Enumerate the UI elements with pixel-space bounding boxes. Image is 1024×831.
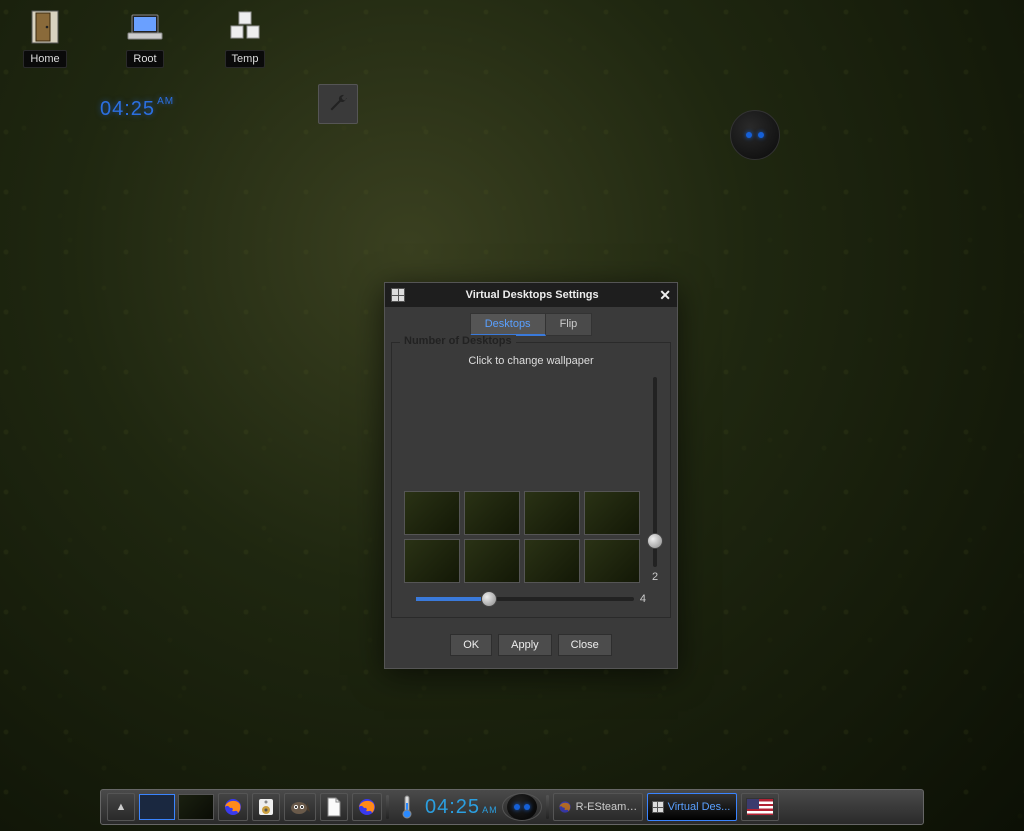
- settings-gadget[interactable]: [318, 84, 358, 124]
- task-button-resteam[interactable]: R-ESteam…: [553, 793, 643, 821]
- firefox-launcher-2[interactable]: [352, 793, 382, 821]
- desktop-cell[interactable]: [584, 539, 640, 583]
- document-launcher[interactable]: [320, 793, 348, 821]
- desktop-cell[interactable]: [524, 491, 580, 535]
- taskbar: ▲ 04:25AM: [100, 789, 924, 825]
- rows-slider[interactable]: [653, 377, 657, 567]
- show-desktop-button[interactable]: ▲: [107, 793, 135, 821]
- desktop-cell[interactable]: [524, 539, 580, 583]
- number-of-desktops-group: Number of Desktops Click to change wallp…: [391, 342, 671, 618]
- eyes-gadget[interactable]: [730, 110, 780, 160]
- firefox-launcher[interactable]: [218, 793, 248, 821]
- gimp-icon: [289, 798, 311, 816]
- task-label: R-ESteam…: [576, 801, 638, 813]
- slider-thumb[interactable]: [481, 591, 497, 607]
- columns-value: 4: [640, 593, 646, 605]
- app-icon: [652, 801, 664, 813]
- desktop-icon-label: Temp: [225, 50, 266, 68]
- tab-desktops[interactable]: Desktops: [470, 313, 546, 336]
- tab-bar: Desktops Flip: [385, 307, 677, 336]
- rows-value: 2: [652, 571, 658, 583]
- desktop-cell[interactable]: [404, 491, 460, 535]
- desktop-grid: [404, 491, 640, 583]
- titlebar[interactable]: Virtual Desktops Settings ✕: [385, 283, 677, 307]
- eye-icon: [514, 804, 520, 810]
- taskbar-separator: [386, 795, 389, 819]
- task-label: Virtual Des...: [668, 801, 731, 813]
- slider-thumb[interactable]: [647, 533, 663, 549]
- clock-time: 04:25: [425, 796, 480, 819]
- desktop-icon-label: Root: [126, 50, 163, 68]
- virtual-desktops-window: Virtual Desktops Settings ✕ Desktops Fli…: [384, 282, 678, 669]
- apply-button[interactable]: Apply: [498, 634, 552, 656]
- columns-slider[interactable]: [416, 597, 634, 601]
- task-button-virtual-desktops[interactable]: Virtual Des...: [647, 793, 737, 821]
- window-title: Virtual Desktops Settings: [405, 289, 659, 301]
- document-icon: [326, 797, 342, 817]
- group-label: Number of Desktops: [400, 335, 516, 347]
- chevron-up-icon: ▲: [116, 801, 127, 813]
- taskbar-separator: [546, 795, 549, 819]
- wallpaper-hint: Click to change wallpaper: [400, 355, 662, 367]
- clock-time: 04:25: [100, 98, 155, 120]
- desktop-icon-root[interactable]: Root: [110, 8, 180, 68]
- wrench-icon: [326, 92, 350, 116]
- taskbar-clock[interactable]: 04:25AM: [425, 796, 498, 819]
- app-icon: [391, 288, 405, 302]
- eye-icon: [524, 804, 530, 810]
- thermometer-icon: [402, 795, 412, 819]
- speaker-icon: [257, 797, 275, 817]
- boxes-icon: [224, 8, 266, 46]
- desktop-cell[interactable]: [404, 539, 460, 583]
- tab-flip[interactable]: Flip: [546, 313, 593, 336]
- clock-ampm: AM: [157, 96, 174, 107]
- firefox-icon: [223, 797, 243, 817]
- desktop-cell[interactable]: [464, 539, 520, 583]
- eye-icon: [758, 132, 764, 138]
- keyboard-layout[interactable]: [741, 793, 779, 821]
- eye-icon: [746, 132, 752, 138]
- music-launcher[interactable]: [252, 793, 280, 821]
- clock-ampm: AM: [482, 805, 498, 815]
- firefox-icon: [357, 797, 377, 817]
- pager-cell[interactable]: [178, 794, 214, 820]
- laptop-icon: [124, 8, 166, 46]
- desktop-icon-home[interactable]: Home: [10, 8, 80, 68]
- gimp-launcher[interactable]: [284, 793, 316, 821]
- taskbar-pager: [139, 794, 214, 820]
- firefox-icon: [558, 800, 572, 814]
- desktop-cell[interactable]: [584, 491, 640, 535]
- desktop-icons: Home Root Temp: [10, 8, 280, 68]
- dialog-buttons: OK Apply Close: [385, 624, 677, 668]
- us-flag-icon: [746, 798, 774, 816]
- desktop-cell[interactable]: [464, 491, 520, 535]
- taskbar-eyes[interactable]: [502, 793, 542, 821]
- close-icon[interactable]: ✕: [659, 287, 671, 304]
- pager-cell-active[interactable]: [139, 794, 175, 820]
- temperature-widget[interactable]: [393, 793, 421, 821]
- door-icon: [24, 8, 66, 46]
- clock-widget[interactable]: 04:25AM: [100, 96, 174, 121]
- ok-button[interactable]: OK: [450, 634, 492, 656]
- desktop-icon-temp[interactable]: Temp: [210, 8, 280, 68]
- desktop-icon-label: Home: [23, 50, 66, 68]
- close-button[interactable]: Close: [558, 634, 612, 656]
